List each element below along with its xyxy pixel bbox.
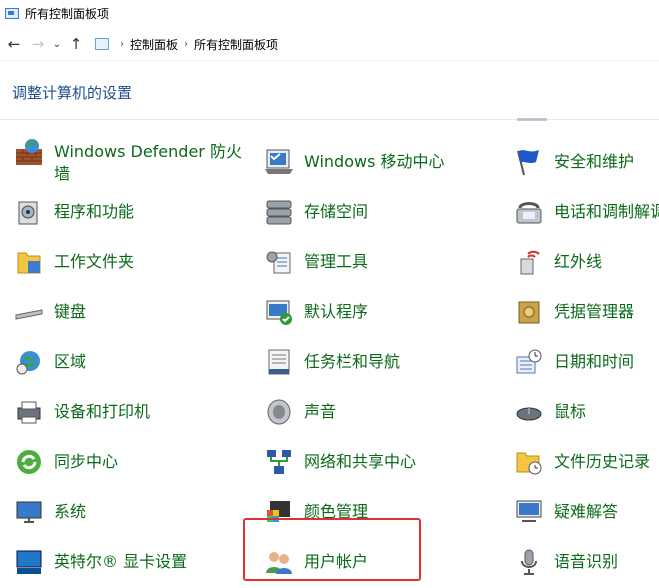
item-label: Windows Defender 防火墙 [54,142,242,183]
region-globe-icon [12,345,46,379]
item-mobility-center[interactable]: Windows 移动中心 [262,145,497,179]
chevron-down-icon[interactable]: ⌄ [50,39,64,50]
item-security-maintenance[interactable]: 安全和维护 [512,145,659,179]
item-label: 语音识别 [554,552,619,571]
item-label: 存储空间 [304,202,369,221]
item-label: 系统 [54,502,87,521]
sync-center-icon [12,445,46,479]
item-region[interactable]: 区域 [12,345,247,379]
file-history-icon [512,445,546,479]
date-time-icon [512,345,546,379]
security-flag-icon [512,145,546,179]
mouse-icon [512,395,546,429]
item-date-time[interactable]: 日期和时间 [512,345,659,379]
microphone-icon [512,545,546,579]
intel-graphics-icon [12,545,46,579]
item-mouse[interactable]: 鼠标 [512,395,659,429]
item-label: 凭据管理器 [554,302,635,321]
item-label: 键盘 [54,302,87,321]
system-monitor-icon [12,495,46,529]
control-panel-icon [5,7,19,19]
item-firewall[interactable]: Windows Defender 防火墙 [12,135,247,185]
item-storage-spaces[interactable]: 存储空间 [262,195,497,229]
item-label: 程序和功能 [54,202,135,221]
item-default-programs[interactable]: 默认程序 [262,295,497,329]
item-sound[interactable]: 声音 [262,395,497,429]
item-label: 网络和共享中心 [304,452,417,471]
selection-highlight [243,518,421,581]
storage-spaces-icon [262,195,296,229]
item-intel-graphics[interactable]: 英特尔® 显卡设置 [12,545,247,579]
item-label: 管理工具 [304,252,369,271]
item-network-sharing[interactable]: 网络和共享中心 [262,445,497,479]
item-label: 鼠标 [554,402,587,421]
address-field[interactable]: › 控制面板 › 所有控制面板项 [94,32,659,56]
item-label: 同步中心 [54,452,119,471]
firewall-icon [12,135,46,169]
programs-icon [12,195,46,229]
item-credential-manager[interactable]: 凭据管理器 [512,295,659,329]
work-folders-icon [12,245,46,279]
item-label: Windows 移动中心 [304,152,445,171]
item-label: 设备和打印机 [54,402,151,421]
default-programs-icon [262,295,296,329]
infrared-icon [512,245,546,279]
credential-manager-icon [512,295,546,329]
up-arrow-icon[interactable]: ↑ [64,35,88,53]
keyboard-icon [12,295,46,329]
phone-modem-icon [512,195,546,229]
item-programs[interactable]: 程序和功能 [12,195,247,229]
item-label: 英特尔® 显卡设置 [54,552,188,571]
item-file-history[interactable]: 文件历史记录 [512,445,659,479]
window-title: 所有控制面板项 [25,6,110,21]
item-work-folders[interactable]: 工作文件夹 [12,245,247,279]
item-infrared[interactable]: 红外线 [512,245,659,279]
admin-tools-icon [262,245,296,279]
item-label: 默认程序 [304,302,369,321]
item-label: 任务栏和导航 [304,352,401,371]
troubleshooting-icon [512,495,546,529]
page-heading: 调整计算机的设置 [12,84,133,102]
address-bar: ← → ⌄ ↑ › 控制面板 › 所有控制面板项 [0,28,659,61]
speaker-icon [262,395,296,429]
chevron-right-icon[interactable]: › [184,39,188,50]
title-bar: 所有控制面板项 [0,0,659,26]
item-admin-tools[interactable]: 管理工具 [262,245,497,279]
item-label: 红外线 [554,252,603,271]
item-label: 声音 [304,402,337,421]
item-taskbar[interactable]: 任务栏和导航 [262,345,497,379]
breadcrumb-control-panel[interactable]: 控制面板 [130,36,178,53]
forward-arrow-icon[interactable]: → [26,35,50,53]
item-system[interactable]: 系统 [12,495,247,529]
taskbar-icon [262,345,296,379]
item-label: 疑难解答 [554,502,619,521]
printer-icon [12,395,46,429]
item-troubleshooting[interactable]: 疑难解答 [512,495,659,529]
item-label: 区域 [54,352,87,371]
item-label: 工作文件夹 [54,252,135,271]
chevron-right-icon[interactable]: › [120,39,124,50]
item-phone-modem[interactable]: 电话和调制解调器 [512,195,659,229]
control-panel-icon [95,38,109,50]
item-label: 安全和维护 [554,152,635,171]
item-label: 电话和调制解调器 [554,202,659,221]
item-devices-printers[interactable]: 设备和打印机 [12,395,247,429]
item-speech-recognition[interactable]: 语音识别 [512,545,659,579]
item-sync-center[interactable]: 同步中心 [12,445,247,479]
item-keyboard[interactable]: 键盘 [12,295,247,329]
network-icon [262,445,296,479]
back-arrow-icon[interactable]: ← [2,35,26,53]
item-label: 文件历史记录 [554,452,651,471]
item-label: 日期和时间 [554,352,635,371]
breadcrumb-all-items[interactable]: 所有控制面板项 [194,36,278,53]
mobility-center-icon [262,145,296,179]
